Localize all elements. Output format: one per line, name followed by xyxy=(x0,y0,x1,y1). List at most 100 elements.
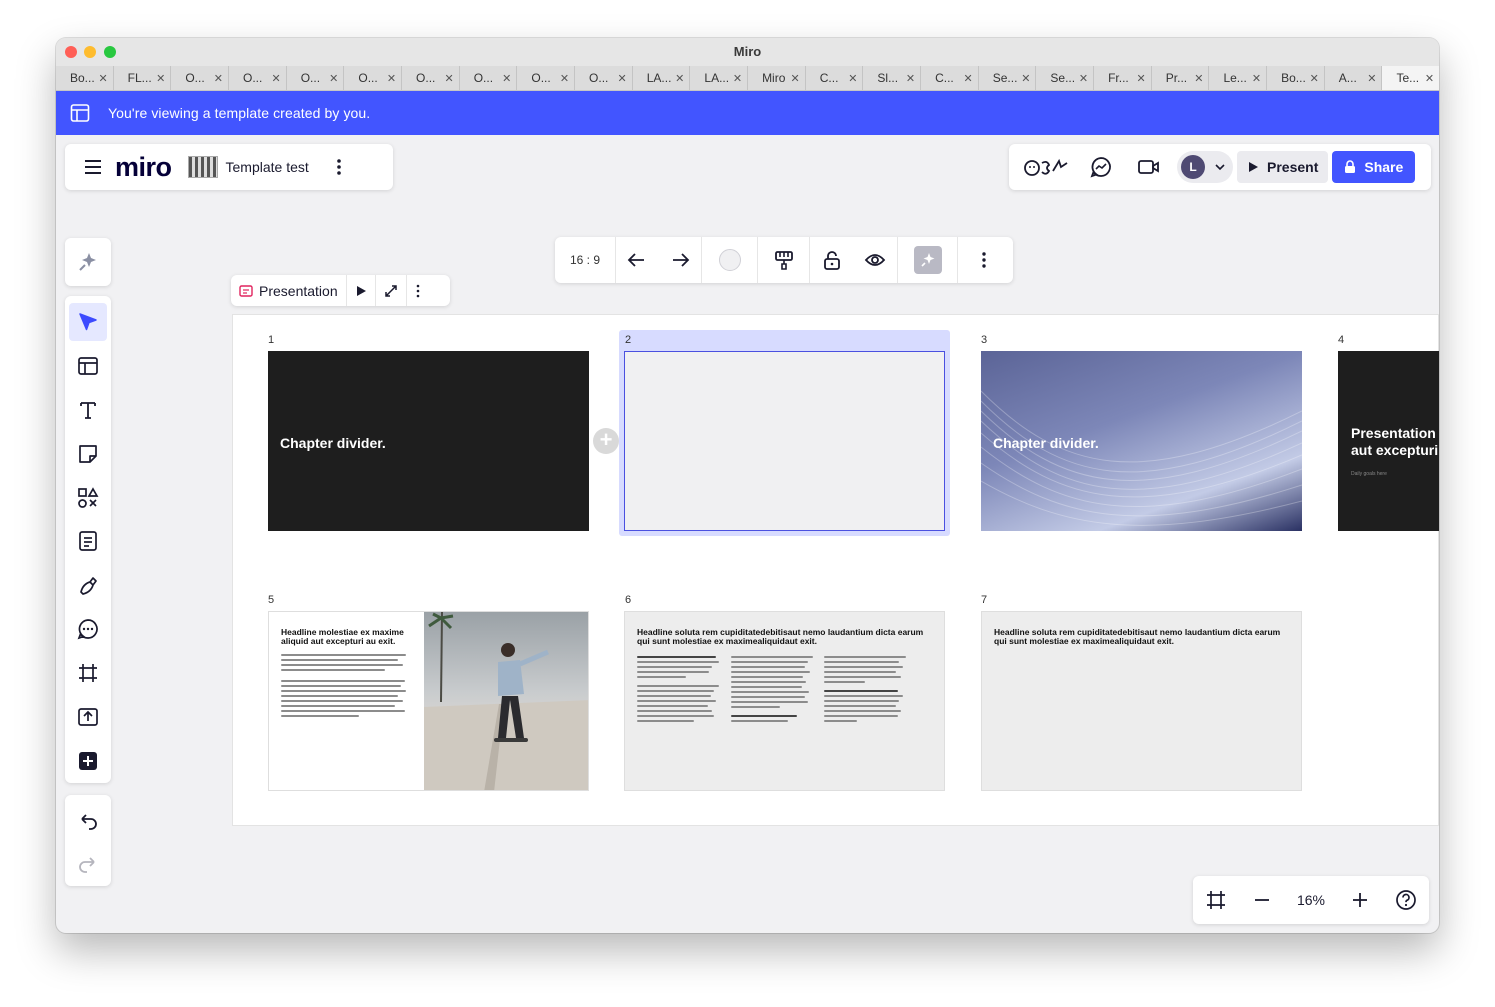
close-tab-icon[interactable]: ✕ xyxy=(156,72,165,85)
browser-tab[interactable]: Se... ✕ xyxy=(977,66,1036,90)
play-presentation-button[interactable] xyxy=(345,275,375,306)
close-tab-icon[interactable]: ✕ xyxy=(1079,72,1088,85)
lock-button[interactable] xyxy=(809,237,853,283)
help-icon[interactable] xyxy=(1395,889,1417,911)
browser-tab[interactable]: A... ✕ xyxy=(1323,66,1382,90)
pen-tool[interactable] xyxy=(69,566,107,604)
close-tab-icon[interactable]: ✕ xyxy=(618,72,627,85)
browser-tab[interactable]: LA... ✕ xyxy=(631,66,690,90)
arrow-right-icon[interactable] xyxy=(669,249,691,271)
close-tab-icon[interactable]: ✕ xyxy=(675,72,684,85)
browser-tab[interactable]: O... ✕ xyxy=(516,66,574,90)
fit-to-screen-icon[interactable] xyxy=(1205,889,1227,911)
close-tab-icon[interactable]: ✕ xyxy=(214,72,223,85)
zoom-level[interactable]: 16% xyxy=(1297,892,1325,908)
templates-tool[interactable] xyxy=(69,347,107,385)
browser-tab[interactable]: LA... ✕ xyxy=(689,66,747,90)
upload-tool[interactable] xyxy=(69,698,107,736)
visibility-button[interactable] xyxy=(853,237,897,283)
close-tab-icon[interactable]: ✕ xyxy=(1310,72,1319,85)
more-apps-tool[interactable] xyxy=(69,742,107,780)
slide-6[interactable]: Headline soluta rem cupiditatedebitisaut… xyxy=(624,611,945,791)
close-tab-icon[interactable]: ✕ xyxy=(271,72,280,85)
close-tab-icon[interactable]: ✕ xyxy=(1367,72,1376,85)
format-painter-button[interactable] xyxy=(757,237,809,283)
close-tab-icon[interactable]: ✕ xyxy=(906,72,915,85)
present-button[interactable]: Present xyxy=(1237,151,1329,183)
close-tab-icon[interactable]: ✕ xyxy=(98,72,107,85)
document-tool[interactable] xyxy=(69,523,107,561)
share-button[interactable]: Share xyxy=(1332,151,1416,183)
frame-tool[interactable] xyxy=(69,654,107,692)
upload-icon xyxy=(78,708,98,726)
browser-tab[interactable]: Sl... ✕ xyxy=(862,66,920,90)
slide-7[interactable]: Headline soluta rem cupiditatedebitisaut… xyxy=(981,611,1302,791)
board-more-icon[interactable] xyxy=(331,158,347,176)
close-tab-icon[interactable]: ✕ xyxy=(1194,72,1203,85)
redo-button[interactable] xyxy=(69,846,107,884)
browser-tab[interactable]: Fr... ✕ xyxy=(1093,66,1151,90)
browser-tab[interactable]: O... ✕ xyxy=(458,66,517,90)
browser-tab[interactable]: Le... ✕ xyxy=(1208,66,1266,90)
text-tool[interactable] xyxy=(69,391,107,429)
browser-tab[interactable]: Bo... ✕ xyxy=(56,66,113,90)
shapes-tool[interactable] xyxy=(69,479,107,517)
add-slide-button[interactable]: + xyxy=(593,428,619,454)
slide-3[interactable]: Chapter divider. xyxy=(981,351,1302,531)
board-canvas[interactable]: 1 Chapter divider. + 2 3 Chapter divider… xyxy=(232,314,1439,826)
menu-icon[interactable] xyxy=(83,157,103,177)
presentation-more-button[interactable] xyxy=(405,275,429,306)
slide-1[interactable]: Chapter divider. xyxy=(268,351,589,531)
aspect-ratio-selector[interactable]: 16 : 9 xyxy=(555,237,615,283)
browser-tab[interactable]: Te... ✕ xyxy=(1381,66,1439,90)
slide-5[interactable]: Headline molestiae ex maxime aliquid aut… xyxy=(268,611,589,791)
slide-2[interactable] xyxy=(624,351,945,531)
sparkle-icon[interactable] xyxy=(77,251,99,273)
close-tab-icon[interactable]: ✕ xyxy=(1021,72,1030,85)
browser-tab[interactable]: O... ✕ xyxy=(574,66,632,90)
browser-tab[interactable]: O... ✕ xyxy=(401,66,459,90)
collaborators-menu[interactable]: L xyxy=(1177,151,1233,183)
browser-tab[interactable]: FL... ✕ xyxy=(112,66,171,90)
browser-tab[interactable]: O... ✕ xyxy=(228,66,286,90)
comment-tool[interactable] xyxy=(69,610,107,648)
slide-4[interactable]: Presentation aut excepturi Daily goals h… xyxy=(1338,351,1439,531)
ai-button[interactable] xyxy=(897,237,957,283)
browser-tab[interactable]: C... ✕ xyxy=(920,66,978,90)
reactions-icon[interactable] xyxy=(1023,155,1069,179)
fill-color-button[interactable] xyxy=(701,237,757,283)
browser-tab[interactable]: Pr... ✕ xyxy=(1150,66,1209,90)
presentation-title[interactable]: Presentation xyxy=(231,275,346,306)
close-tab-icon[interactable]: ✕ xyxy=(1252,72,1261,85)
browser-tab[interactable]: O... ✕ xyxy=(343,66,401,90)
browser-tab[interactable]: C... ✕ xyxy=(804,66,863,90)
close-tab-icon[interactable]: ✕ xyxy=(1137,72,1146,85)
close-tab-icon[interactable]: ✕ xyxy=(733,72,742,85)
undo-button[interactable] xyxy=(69,802,107,840)
close-tab-icon[interactable]: ✕ xyxy=(848,72,857,85)
close-tab-icon[interactable]: ✕ xyxy=(387,72,396,85)
context-more-button[interactable] xyxy=(957,237,1009,283)
close-tab-icon[interactable]: ✕ xyxy=(560,72,569,85)
sticky-note-tool[interactable] xyxy=(69,435,107,473)
close-tab-icon[interactable]: ✕ xyxy=(329,72,338,85)
video-icon[interactable] xyxy=(1137,155,1161,179)
arrow-left-icon[interactable] xyxy=(626,249,648,271)
expand-button[interactable] xyxy=(374,275,406,306)
close-tab-icon[interactable]: ✕ xyxy=(502,72,511,85)
close-tab-icon[interactable]: ✕ xyxy=(791,72,800,85)
board-name[interactable]: Template test xyxy=(226,159,309,175)
browser-tab[interactable]: O... ✕ xyxy=(285,66,344,90)
zoom-out-icon[interactable] xyxy=(1252,890,1272,910)
browser-tab[interactable]: O... ✕ xyxy=(170,66,228,90)
zoom-in-icon[interactable] xyxy=(1350,890,1370,910)
close-tab-icon[interactable]: ✕ xyxy=(964,72,973,85)
select-tool[interactable] xyxy=(69,303,107,341)
browser-tab[interactable]: Bo... ✕ xyxy=(1266,66,1324,90)
browser-tab[interactable]: Se... ✕ xyxy=(1035,66,1093,90)
user-avatar[interactable]: L xyxy=(1181,155,1205,179)
close-tab-icon[interactable]: ✕ xyxy=(1425,72,1434,85)
comments-icon[interactable] xyxy=(1089,155,1113,179)
close-tab-icon[interactable]: ✕ xyxy=(444,72,453,85)
browser-tab[interactable]: Miro ✕ xyxy=(747,66,805,90)
